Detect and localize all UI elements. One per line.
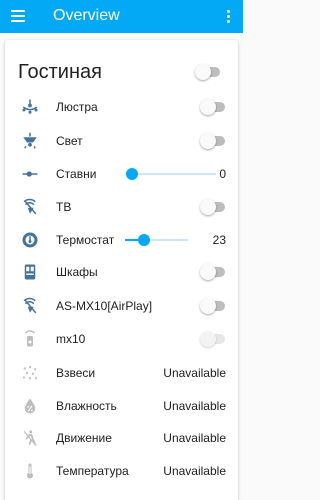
room-card: Гостиная Люстра Свет Ставни 0 ТВ Термост… <box>5 40 238 500</box>
thermostat-slider[interactable] <box>125 228 188 252</box>
entity-row-thermostat: Термостат 23 <box>5 228 238 252</box>
entity-row-blinds: Ставни 0 <box>5 162 238 186</box>
entity-row-mx10: mx10 <box>5 327 238 351</box>
more-vert-icon[interactable] <box>227 10 231 24</box>
entity-value: Unavailable <box>163 431 226 445</box>
menu-icon[interactable] <box>11 10 25 22</box>
entity-label: Температура <box>56 464 129 478</box>
toggle-thumb <box>200 133 216 149</box>
card-toggle[interactable] <box>195 63 223 81</box>
entity-row-airplay: AS-MX10[AirPlay] <box>5 294 238 318</box>
entity-row-humidity: Влажность Unavailable <box>5 394 238 418</box>
entity-row-dust: Взвеси Unavailable <box>5 361 238 385</box>
slider-rail <box>132 173 216 175</box>
toggle-thumb <box>200 264 216 280</box>
entity-label: Термостат <box>56 233 115 247</box>
blinds-slider-icon <box>21 165 39 183</box>
slider-knob[interactable] <box>126 168 138 180</box>
humidity-icon <box>21 397 39 415</box>
slider-knob[interactable] <box>137 234 150 246</box>
chandelier-toggle[interactable] <box>200 98 228 116</box>
entity-label: Влажность <box>56 399 117 413</box>
entity-value: Unavailable <box>163 464 226 478</box>
cabinet-icon <box>21 263 39 281</box>
entity-row-chandelier: Люстра <box>5 95 238 119</box>
blinds-slider[interactable] <box>126 162 216 186</box>
entity-row-tv: ТВ <box>5 195 238 219</box>
app-bar: Overview <box>0 0 243 33</box>
chandelier-icon <box>21 98 39 116</box>
entity-label: AS-MX10[AirPlay] <box>56 299 153 313</box>
card-title: Гостиная <box>18 61 102 83</box>
airplay-toggle[interactable] <box>200 297 228 315</box>
tv-toggle[interactable] <box>200 198 228 216</box>
entity-value: 0 <box>219 167 226 181</box>
mx10-toggle <box>200 330 228 348</box>
light-toggle[interactable] <box>200 132 228 150</box>
entity-value: Unavailable <box>163 366 226 380</box>
entity-label: Движение <box>56 431 112 445</box>
entity-label: ТВ <box>56 200 72 214</box>
toggle-thumb <box>200 298 216 314</box>
entity-row-cabinets: Шкафы <box>5 260 238 284</box>
tv-off-icon <box>21 198 39 216</box>
speaker-icon <box>21 330 39 348</box>
motion-icon <box>21 429 39 447</box>
entity-label: Шкафы <box>56 265 98 279</box>
toggle-thumb <box>200 331 216 347</box>
dust-icon <box>21 364 39 382</box>
thermostat-icon <box>21 231 39 249</box>
ceiling-light-icon <box>21 132 39 150</box>
entity-row-temperature: Температура Unavailable <box>5 459 238 483</box>
entity-label: Взвеси <box>56 366 96 380</box>
entity-label: Люстра <box>56 100 98 114</box>
toggle-thumb <box>195 64 211 80</box>
entity-label: Ставни <box>56 167 97 181</box>
toggle-thumb <box>200 99 216 115</box>
entity-value: Unavailable <box>163 399 226 413</box>
cabinets-toggle[interactable] <box>200 263 228 281</box>
entity-row-motion: Движение Unavailable <box>5 426 238 450</box>
entity-value: 23 <box>212 233 226 247</box>
entity-row-light: Свет <box>5 129 238 153</box>
cast-off-icon <box>21 297 39 315</box>
thermometer-icon <box>21 462 39 480</box>
page-title: Overview <box>53 7 120 24</box>
entity-label: mx10 <box>56 332 86 346</box>
entity-label: Свет <box>56 134 83 148</box>
toggle-thumb <box>200 199 216 215</box>
